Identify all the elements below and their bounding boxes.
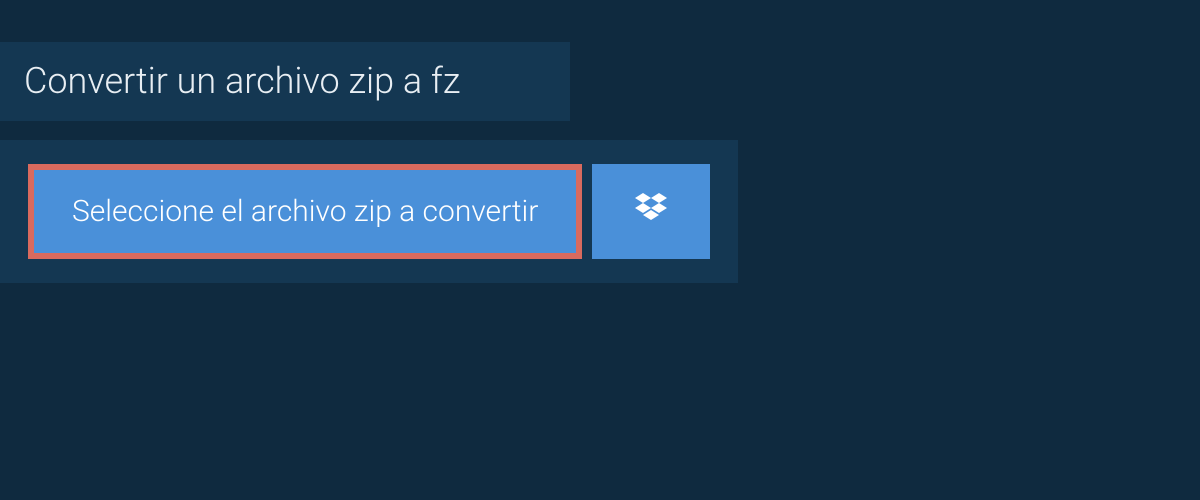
- upload-panel: Seleccione el archivo zip a convertir: [0, 140, 738, 283]
- dropbox-icon: [631, 191, 671, 233]
- title-bar: Convertir un archivo zip a fz: [0, 42, 570, 121]
- select-file-label: Seleccione el archivo zip a convertir: [72, 194, 538, 229]
- dropbox-button[interactable]: [592, 164, 710, 259]
- select-file-button[interactable]: Seleccione el archivo zip a convertir: [28, 164, 582, 259]
- page-title: Convertir un archivo zip a fz: [24, 60, 538, 103]
